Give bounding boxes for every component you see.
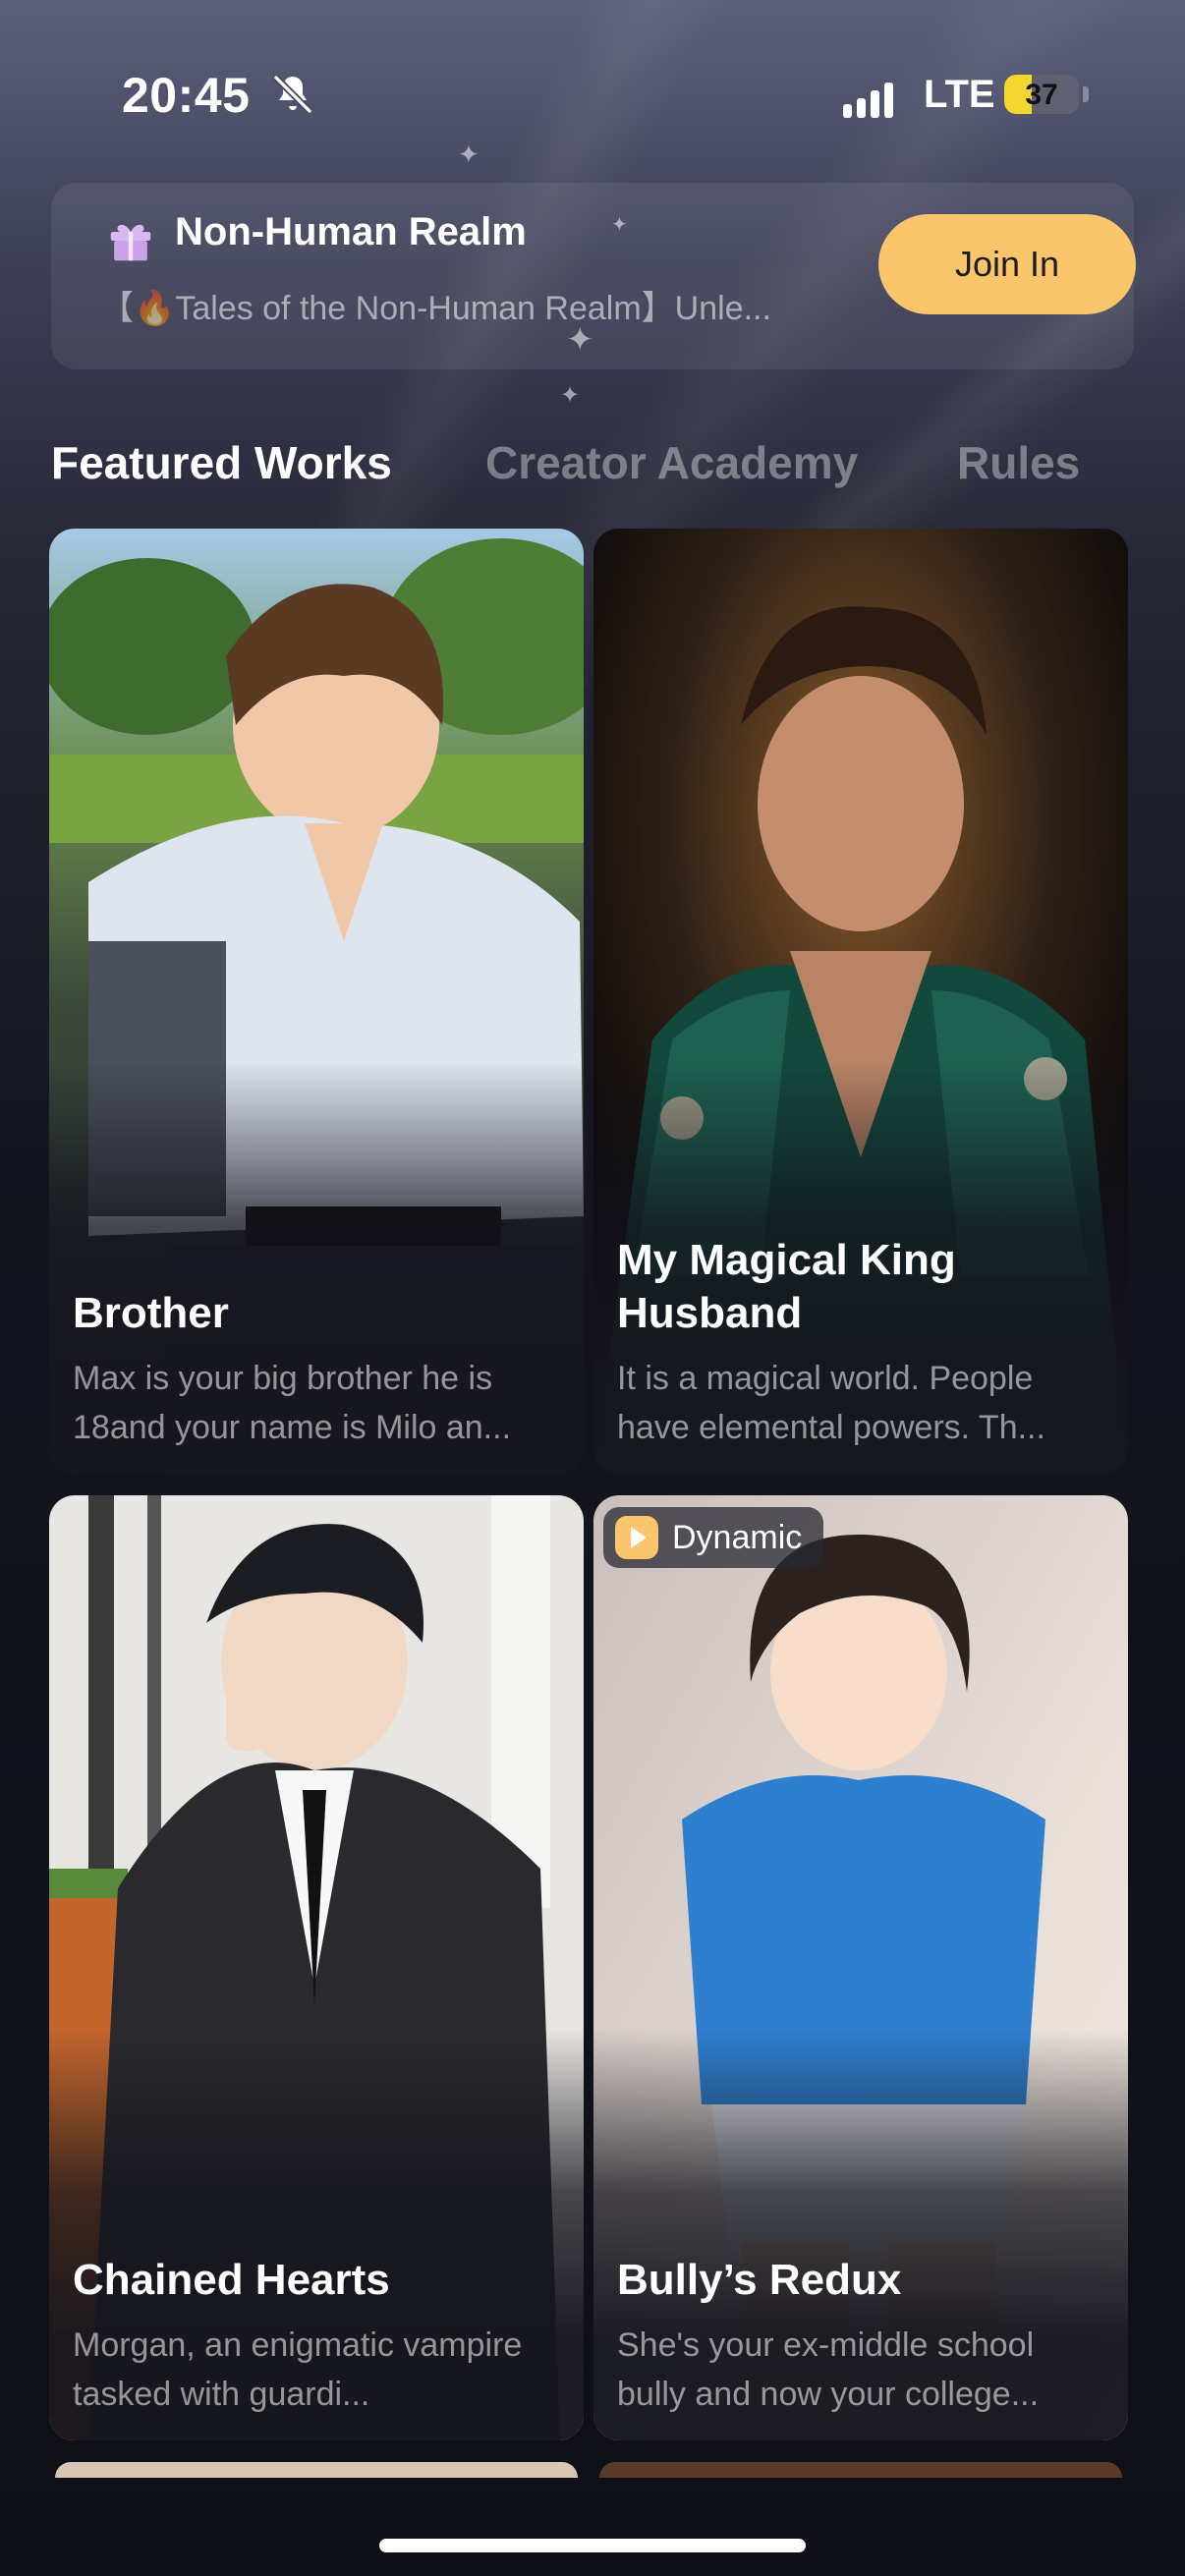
card-title: Brother bbox=[73, 1289, 229, 1337]
status-bar: 20:45 LTE 37 bbox=[0, 59, 1185, 138]
card-title: Bully’s Redux bbox=[617, 2256, 902, 2304]
card-description: She's your ex-middle school bully and no… bbox=[617, 2326, 1040, 2413]
card-title: My Magical King Husband bbox=[617, 1236, 956, 1337]
join-in-button[interactable]: Join In bbox=[878, 214, 1136, 314]
work-card[interactable]: Dynamic Bully’s Redux She's your ex-midd… bbox=[593, 1495, 1128, 2440]
work-card[interactable]: Chained Hearts Morgan, an enigmatic vamp… bbox=[49, 1495, 584, 2440]
card-title: Chained Hearts bbox=[73, 2256, 390, 2304]
home-indicator[interactable] bbox=[379, 2539, 806, 2552]
realm-banner[interactable]: Non-Human Realm 【🔥Tales of the Non-Human… bbox=[51, 183, 1136, 369]
status-time: 20:45 bbox=[122, 68, 251, 123]
tab-featured-works[interactable]: Featured Works bbox=[51, 436, 392, 489]
realm-description: 【🔥Tales of the Non-Human Realm】Unle... bbox=[100, 290, 771, 327]
dynamic-badge-label: Dynamic bbox=[672, 1518, 803, 1556]
battery-level: 37 bbox=[1025, 79, 1058, 111]
work-card[interactable]: Brother Max is your big brother he is 18… bbox=[49, 529, 584, 1474]
signal-icon bbox=[843, 81, 904, 118]
dynamic-badge: Dynamic bbox=[603, 1507, 824, 1568]
bell-slash-icon bbox=[272, 74, 313, 115]
next-card-peek[interactable] bbox=[599, 2462, 1122, 2478]
card-description: It is a magical world. People have eleme… bbox=[617, 1360, 1045, 1446]
next-card-peek[interactable] bbox=[55, 2462, 578, 2478]
card-description: Max is your big brother he is 18and your… bbox=[73, 1360, 512, 1446]
tab-rules[interactable]: Rules bbox=[957, 436, 1080, 489]
gift-icon bbox=[110, 224, 151, 261]
work-card[interactable]: My Magical King Husband It is a magical … bbox=[593, 529, 1128, 1474]
play-icon bbox=[615, 1516, 658, 1559]
realm-title: Non-Human Realm bbox=[175, 210, 527, 253]
card-description: Morgan, an enigmatic vampire tasked with… bbox=[73, 2326, 523, 2413]
network-type: LTE bbox=[924, 73, 995, 116]
battery-tip bbox=[1083, 86, 1089, 102]
sparkle-decoration: ✦ bbox=[458, 140, 480, 169]
battery-icon: 37 bbox=[1004, 75, 1079, 114]
sparkle-decoration: ✦ bbox=[560, 382, 581, 409]
tab-creator-academy[interactable]: Creator Academy bbox=[485, 436, 858, 489]
